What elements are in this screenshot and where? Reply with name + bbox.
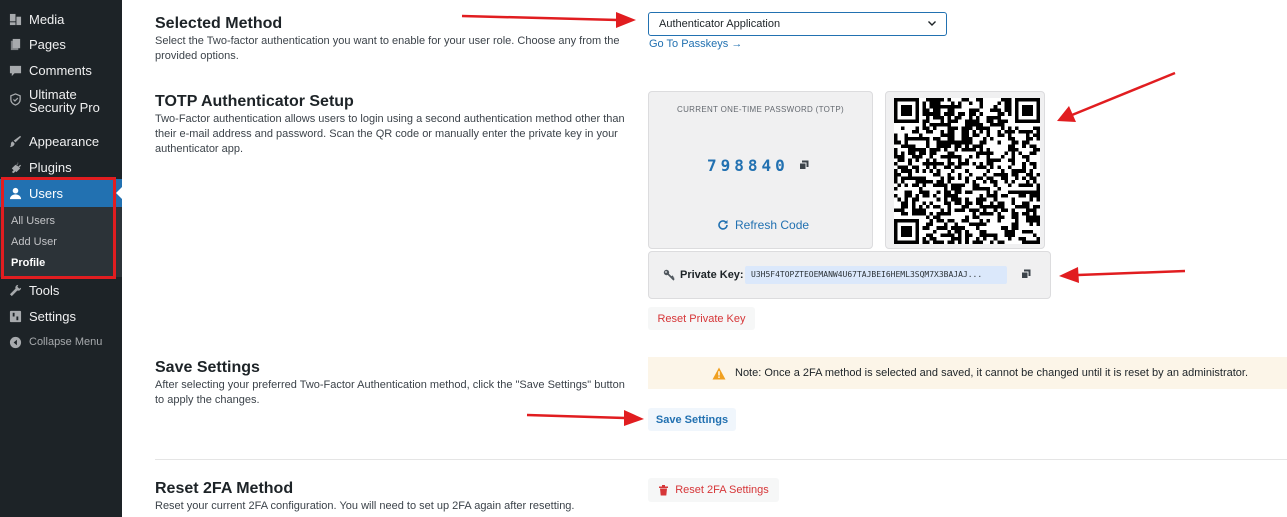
save-settings-description: After selecting your preferred Two-Facto…: [155, 379, 625, 406]
totp-setup-description: Two-Factor authentication allows users t…: [155, 113, 625, 155]
annotation-arrow-private-key: [1077, 269, 1186, 277]
sidebar-item-settings[interactable]: Settings: [0, 308, 122, 324]
qr-finder-pattern: [894, 219, 919, 244]
reset-private-key-button[interactable]: Reset Private Key: [648, 307, 755, 330]
qr-finder-pattern: [1015, 98, 1040, 123]
appearance-icon: [8, 134, 22, 148]
private-key-box: Private Key: U3H5F4TOPZTEOEMANW4U67TAJBE…: [648, 251, 1051, 299]
annotation-arrow-save: [526, 413, 626, 420]
method-select[interactable]: Authenticator Application: [648, 12, 947, 36]
sidebar-item-label: Comments: [29, 62, 92, 78]
section-divider: [155, 459, 1287, 460]
warning-icon: [712, 367, 726, 379]
private-key-value[interactable]: U3H5F4TOPZTEOEMANW4U67TAJBEI6HEML3SQM7X3…: [745, 266, 1007, 284]
sidebar-item-plugins[interactable]: Plugins: [0, 159, 122, 175]
refresh-code-label: Refresh Code: [735, 218, 810, 232]
admin-sidebar: Media Pages Comments Ultimate Security P…: [0, 0, 123, 517]
users-annotation-box: [1, 177, 116, 279]
reset-2fa-title: Reset 2FA Method: [155, 480, 294, 497]
sidebar-item-pages[interactable]: Pages: [0, 36, 122, 52]
warning-notice: Note: Once a 2FA method is selected and …: [648, 357, 1287, 389]
sidebar-item-label: Pages: [29, 36, 66, 52]
sidebar-item-comments[interactable]: Comments: [0, 62, 122, 78]
key-icon: [663, 269, 675, 281]
comments-icon: [8, 63, 22, 77]
sidebar-item-label-wrap: Ultimate Security Pro: [29, 88, 100, 114]
annotation-arrow-qr: [1071, 71, 1176, 117]
collapse-menu-label: Collapse Menu: [29, 336, 103, 348]
copy-icon[interactable]: [1021, 269, 1031, 279]
media-icon: [8, 12, 22, 26]
sidebar-item-tools[interactable]: Tools: [0, 282, 122, 298]
sidebar-item-label: Settings: [29, 308, 76, 324]
sidebar-item-label: Appearance: [29, 133, 100, 149]
selected-method-description: Select the Two-factor authentication you…: [155, 35, 620, 62]
trash-icon: [659, 484, 669, 495]
totp-setup-title: TOTP Authenticator Setup: [155, 93, 354, 110]
annotation-arrowhead-method: [616, 12, 636, 28]
sidebar-item-label: Plugins: [29, 159, 72, 175]
collapse-arrow-icon: [8, 335, 22, 349]
sidebar-item-label: Media: [29, 11, 65, 27]
totp-card: CURRENT ONE-TIME PASSWORD (TOTP) 798840 …: [648, 91, 873, 249]
collapse-menu-button[interactable]: Collapse Menu: [0, 334, 122, 350]
go-to-passkeys-link[interactable]: Go To Passkeys →: [649, 38, 742, 50]
method-select-value: Authenticator Application: [659, 18, 781, 30]
reset-2fa-settings-button[interactable]: Reset 2FA Settings: [648, 478, 779, 502]
sidebar-item-media[interactable]: Media: [0, 11, 122, 27]
chevron-down-icon: [928, 21, 936, 26]
copy-icon[interactable]: [799, 160, 809, 170]
qr-finder-pattern: [894, 98, 919, 123]
settings-icon: [8, 309, 22, 323]
annotation-arrowhead-qr: [1057, 106, 1076, 122]
sidebar-item-ultimate-security-pro[interactable]: Ultimate Security Pro: [0, 88, 122, 116]
qr-code-image: [894, 98, 1040, 244]
reset-2fa-description: Reset your current 2FA configuration. Yo…: [155, 500, 575, 512]
shield-icon: [8, 92, 22, 106]
sidebar-item-appearance[interactable]: Appearance: [0, 133, 122, 149]
sidebar-item-label-line2: Security Pro: [29, 100, 100, 115]
reset-2fa-settings-label: Reset 2FA Settings: [675, 484, 769, 496]
private-key-label: Private Key:: [680, 269, 744, 281]
refresh-icon: [718, 220, 728, 230]
save-settings-title: Save Settings: [155, 359, 260, 376]
pages-icon: [8, 37, 22, 51]
sidebar-item-label: Tools: [29, 282, 60, 298]
active-menu-pointer: [116, 186, 123, 200]
tools-icon: [8, 283, 22, 297]
annotation-arrows: [461, 12, 1186, 426]
annotation-arrowhead-private-key: [1059, 267, 1079, 283]
totp-code: 798840: [707, 156, 789, 175]
refresh-code-button[interactable]: Refresh Code: [717, 218, 809, 232]
totp-label: CURRENT ONE-TIME PASSWORD (TOTP): [677, 105, 844, 114]
warning-notice-text: Note: Once a 2FA method is selected and …: [735, 367, 1249, 379]
annotation-arrow-method: [461, 14, 619, 22]
plugins-icon: [8, 160, 22, 174]
qr-code-box: [885, 91, 1045, 249]
annotation-arrowhead-save: [624, 410, 644, 426]
selected-method-title: Selected Method: [155, 15, 283, 32]
save-settings-button[interactable]: Save Settings: [648, 408, 736, 431]
